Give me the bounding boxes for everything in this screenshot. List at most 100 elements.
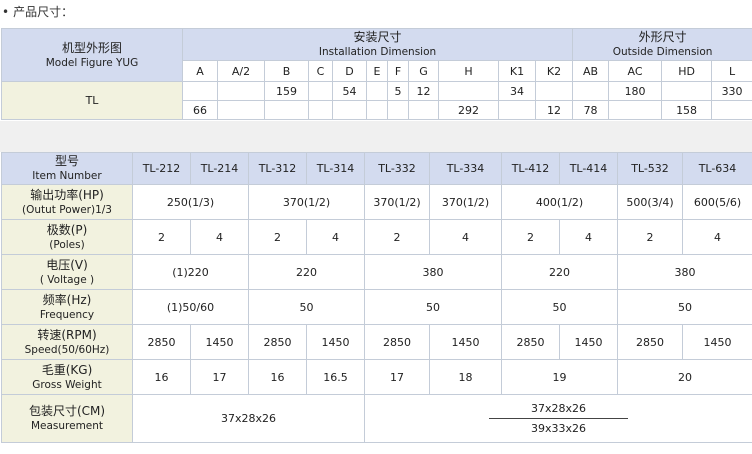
dim-cell [408,100,439,120]
model-header: TL-314 [306,152,365,185]
weight-cell: 19 [501,359,618,395]
outside-header: 外形尺寸 Outside Dimension [572,28,752,61]
weight-row: 毛重(KG) Gross Weight 16 17 16 16.5 17 18 … [1,359,752,395]
dim-col-header: A [182,60,218,82]
dim-cell [182,81,218,101]
poles-cell: 2 [501,219,560,255]
model-header: TL-414 [559,152,618,185]
dim-cell [438,81,499,101]
dim-col-header: L [711,60,752,82]
model-header: TL-214 [190,152,249,185]
voltage-cell: 380 [364,254,502,290]
poles-cell: 4 [306,219,365,255]
voltage-en: ( Voltage ) [39,273,95,286]
dim-col-header: K2 [534,60,574,82]
dimension-table: 机型外形图 Model Figure YUG 安装尺寸 Installation… [1,28,752,120]
dim-cell [217,100,265,120]
frequency-row: 频率(Hz) Frequency (1)50/60 50 50 50 50 [1,289,752,325]
speed-cell: 2850 [248,324,307,360]
weight-cell: 17 [190,359,249,395]
dim-cell: 330 [711,81,752,101]
speed-cell: 2850 [364,324,430,360]
dim-col-header: F [387,60,409,82]
weight-label: 毛重(KG) Gross Weight [1,359,133,395]
heading-text: 产品尺寸： [13,5,74,19]
dim-cell: 159 [264,81,309,101]
dim-col-header: E [366,60,388,82]
poles-cell: 2 [248,219,307,255]
dim-cell: 66 [182,100,218,120]
dim-cell [217,81,265,101]
voltage-cell: 220 [501,254,618,290]
model-row: 型号 Item Number TL-212 TL-214 TL-312 TL-3… [1,152,752,185]
model-figure-header: 机型外形图 Model Figure YUG [1,28,183,82]
dim-cell [711,100,752,120]
outside-cn: 外形尺寸 [638,30,687,44]
dim-cell: 78 [572,100,610,120]
section-heading: • 产品尺寸： [2,3,73,21]
poles-cn: 极数(P) [46,222,88,237]
table-separator [0,121,752,152]
dim-cell: 180 [608,81,663,101]
speed-cell: 1450 [559,324,618,360]
weight-cn: 毛重(KG) [41,362,93,377]
speed-cn: 转速(RPM) [37,327,97,342]
installation-cn: 安装尺寸 [353,30,402,44]
dimension-row-1: TL 159 54 5 12 34 180 330 [1,81,752,120]
weight-cell: 18 [429,359,502,395]
voltage-label: 电压(V) ( Voltage ) [1,254,133,290]
power-cell: 370(1/2) [248,184,365,220]
power-cell: 370(1/2) [429,184,502,220]
measurement-cell-left: 37x28x26 [132,394,365,443]
model-header: TL-634 [682,152,752,185]
frequency-label: 频率(Hz) Frequency [1,289,133,325]
poles-cell: 2 [364,219,430,255]
power-cell: 400(1/2) [501,184,618,220]
measurement-label: 包装尺寸(CM) Measurement [1,394,133,443]
measurement-top: 37x28x26 [488,402,628,419]
model-header: TL-412 [501,152,560,185]
model-header: TL-532 [617,152,683,185]
poles-row: 极数(P) (Poles) 2 4 2 4 2 4 2 4 2 4 [1,219,752,255]
frequency-cell: 50 [364,289,502,325]
voltage-row: 电压(V) ( Voltage ) (1)220 220 380 220 380 [1,254,752,290]
speed-label: 转速(RPM) Speed(50/60Hz) [1,324,133,360]
dim-col-header: H [438,60,499,82]
speed-cell: 1450 [190,324,249,360]
dim-col-header: G [408,60,439,82]
power-row: 输出功率(HP) (Outut Power)1/3 250(1/3) 370(1… [1,184,752,220]
poles-cell: 4 [559,219,618,255]
dim-cell [661,81,713,101]
model-figure-en: Model Figure YUG [45,56,139,69]
dim-col-header: C [308,60,333,82]
weight-cell: 16.5 [306,359,365,395]
frequency-cell: (1)50/60 [132,289,249,325]
dim-cell: 5 [387,81,409,101]
voltage-cell: 380 [617,254,752,290]
dim-cell [534,81,574,101]
dim-cell: 292 [438,100,499,120]
power-cell: 370(1/2) [364,184,430,220]
dim-col-header: A/2 [217,60,265,82]
measurement-cell-right: 37x28x26 39x33x26 [364,394,752,443]
dim-col-header: HD [661,60,713,82]
model-figure-cn: 机型外形图 [61,40,122,55]
frequency-cell: 50 [248,289,365,325]
measurement-en: Measurement [30,420,104,432]
model-header: TL-312 [248,152,307,185]
spec-table: 型号 Item Number TL-212 TL-214 TL-312 TL-3… [1,152,752,443]
dim-cell: 12 [534,100,574,120]
dim-cell [264,100,309,120]
item-number-header: 型号 Item Number [1,152,133,185]
measurement-fraction: 37x28x26 39x33x26 [488,402,628,436]
item-cn: 型号 [54,154,79,168]
measurement-row: 包装尺寸(CM) Measurement 37x28x26 37x28x26 3… [1,394,752,443]
dim-cell [608,100,663,120]
frequency-cell: 50 [617,289,752,325]
speed-cell: 2850 [617,324,683,360]
model-header: TL-212 [132,152,191,185]
weight-cell: 16 [248,359,307,395]
poles-en: (Poles) [49,238,85,251]
speed-cell: 1450 [429,324,502,360]
poles-cell: 2 [617,219,683,255]
